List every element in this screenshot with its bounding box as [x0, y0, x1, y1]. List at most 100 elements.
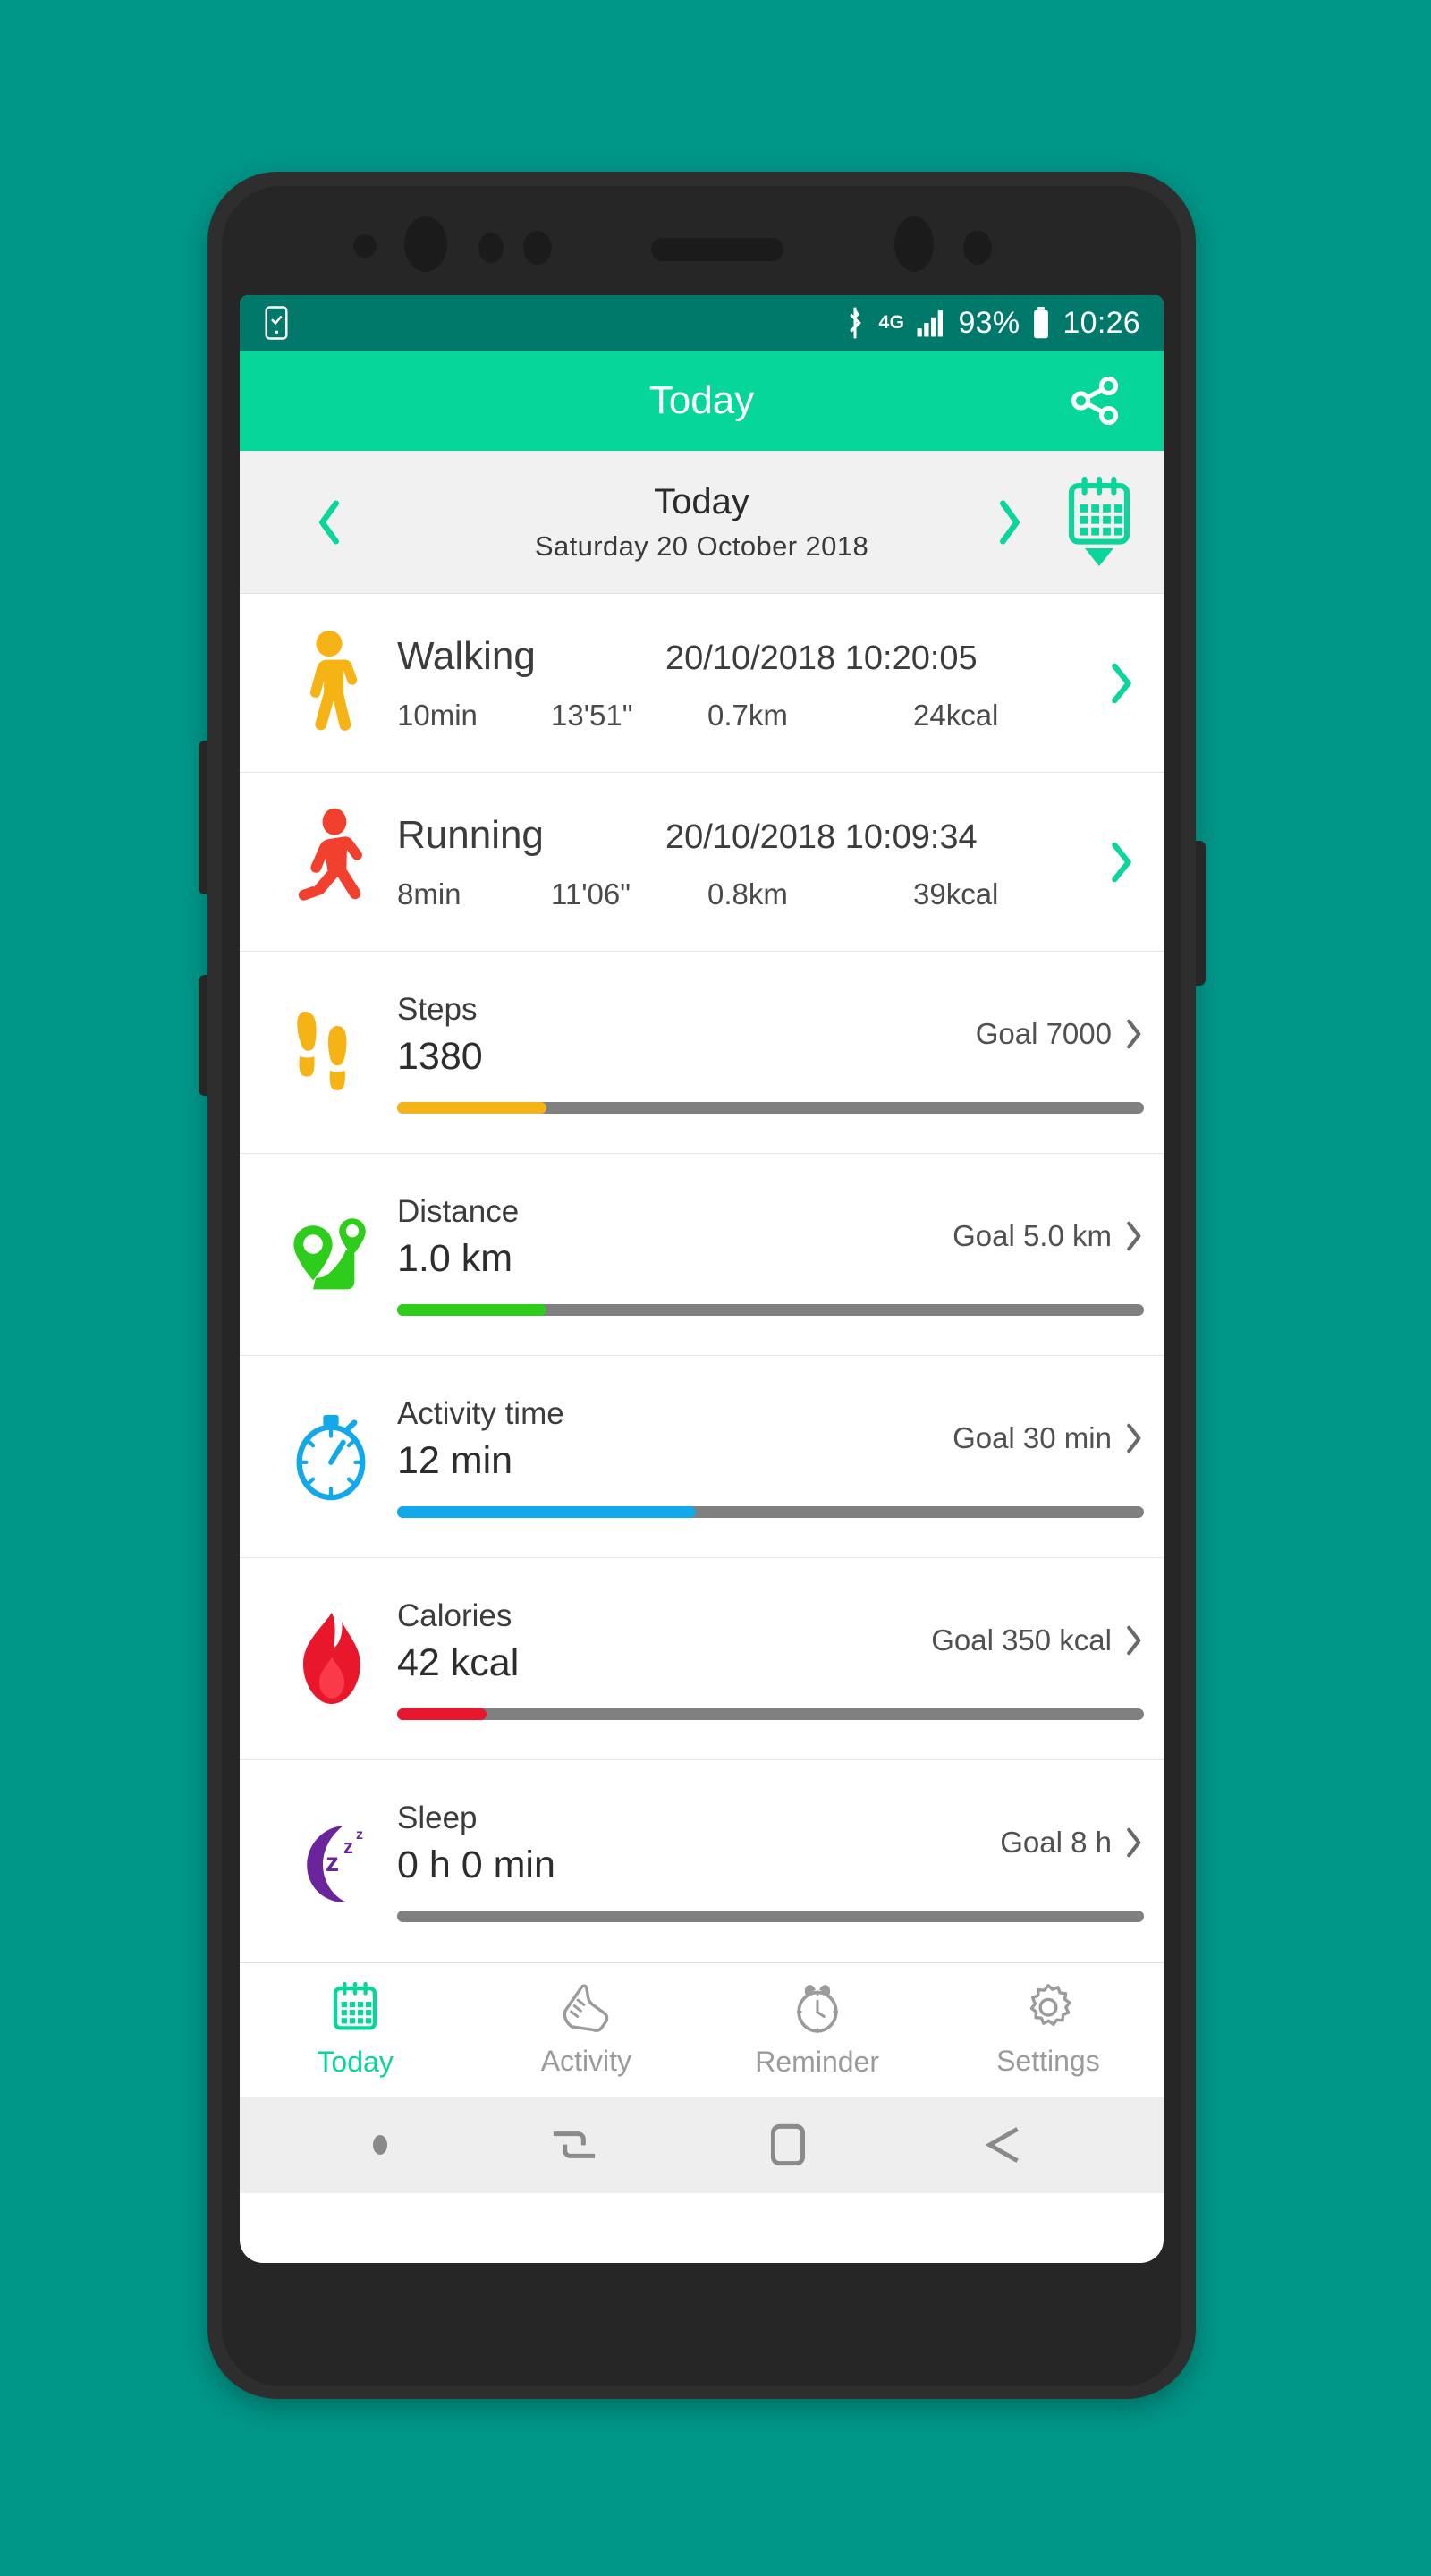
network-type-label: 4G [878, 312, 905, 333]
chevron-right-icon [1122, 1826, 1144, 1860]
light-sensor-icon [523, 231, 552, 265]
metric-goal-label: Goal 8 h [1000, 1825, 1112, 1859]
metric-details: Distance 1.0 km Goal 5.0 km [392, 1194, 1153, 1316]
metric-value: 0 h 0 min [397, 1843, 555, 1886]
walking-icon [270, 629, 392, 738]
tab-activity[interactable]: Activity [470, 1963, 701, 2097]
proximity-sensor-icon [478, 233, 504, 263]
signal-bars-icon [916, 308, 946, 338]
metric-row-calories[interactable]: Calories 42 kcal Goal 350 kcal [240, 1558, 1164, 1760]
calendar-picker-button[interactable] [1065, 476, 1133, 568]
chevron-right-icon [1122, 1421, 1144, 1455]
metric-progress-bar [397, 1910, 1144, 1922]
metric-goal-label: Goal 5.0 km [953, 1218, 1112, 1252]
metric-row-steps[interactable]: Steps 1380 Goal 7000 [240, 952, 1164, 1154]
calendar-icon [1065, 476, 1133, 550]
recents-button[interactable] [546, 2117, 602, 2173]
metric-label: Distance [397, 1193, 520, 1229]
metric-progress-bar [397, 1505, 1144, 1518]
metric-label: Sleep [397, 1800, 478, 1835]
tab-label: Reminder [755, 2045, 879, 2078]
status-bar: 4G 93% 10:26 [240, 295, 1164, 351]
chevron-right-icon [1122, 1017, 1144, 1051]
calendar-icon [330, 1981, 380, 2034]
activity-calories: 39kcal [913, 877, 999, 911]
metric-progress-bar [397, 1707, 1144, 1720]
date-navigation-bar: Today Saturday 20 October 2018 [240, 451, 1164, 594]
tab-today[interactable]: Today [240, 1963, 470, 2097]
metric-row-sleep[interactable]: z z z Sleep 0 h 0 min Goal 8 h [240, 1760, 1164, 1962]
app-bar: Today [240, 351, 1164, 451]
metric-progress-fill [397, 1101, 546, 1114]
metric-goal-button[interactable]: Goal 8 h [1000, 1801, 1144, 1860]
metric-progress-fill [397, 1707, 487, 1720]
status-bar-right: 4G 93% 10:26 [843, 306, 1140, 341]
metric-goal-button[interactable]: Goal 30 min [953, 1396, 1144, 1455]
activity-name: Running [397, 812, 544, 857]
metric-label: Steps [397, 991, 478, 1027]
chevron-right-icon [1122, 1219, 1144, 1253]
triangle-down-icon [1083, 547, 1115, 568]
secondary-camera-icon [894, 216, 934, 272]
tab-reminder[interactable]: Reminder [702, 1963, 933, 2097]
gear-icon [1023, 1983, 1073, 2033]
metric-goal-label: Goal 7000 [975, 1016, 1112, 1050]
back-button[interactable] [975, 2117, 1030, 2173]
next-day-button[interactable] [990, 496, 1029, 548]
metric-label: Activity time [397, 1395, 564, 1431]
previous-day-button[interactable] [309, 496, 349, 548]
clock-label: 10:26 [1063, 305, 1140, 340]
activity-distance: 0.7km [707, 698, 788, 732]
chevron-right-icon [1106, 661, 1137, 706]
share-icon [1067, 373, 1122, 428]
device-check-icon [263, 305, 290, 341]
activity-pace: 13'51" [551, 698, 633, 732]
sensor-dot-icon [353, 234, 377, 258]
metric-row-distance[interactable]: Distance 1.0 km Goal 5.0 km [240, 1154, 1164, 1356]
metric-details: Sleep 0 h 0 min Goal 8 h [392, 1801, 1153, 1922]
svg-text:z: z [356, 1827, 363, 1843]
metric-details: Calories 42 kcal Goal 350 kcal [392, 1598, 1153, 1720]
activity-detail-arrow-button[interactable] [1090, 840, 1153, 885]
activity-duration: 10min [397, 698, 478, 732]
metric-goal-label: Goal 30 min [953, 1420, 1112, 1454]
metric-goal-button[interactable]: Goal 7000 [976, 992, 1144, 1051]
chevron-right-icon [990, 496, 1029, 548]
battery-percent-label: 93% [958, 305, 1020, 340]
home-button[interactable] [760, 2117, 816, 2173]
svg-text:z: z [326, 1848, 339, 1877]
running-icon [270, 808, 392, 917]
activity-row-walking[interactable]: Walking 20/10/2018 10:20:05 10min 13'51"… [240, 594, 1164, 773]
tab-label: Settings [996, 2044, 1100, 2077]
alarm-clock-icon [792, 1982, 843, 2034]
tab-settings[interactable]: Settings [933, 1963, 1164, 2097]
tab-label: Today [317, 2045, 394, 2078]
footprints-icon [270, 1001, 392, 1105]
metric-progress-fill [397, 1303, 546, 1316]
metric-progress-bar [397, 1303, 1144, 1316]
activity-detail-arrow-button[interactable] [1090, 661, 1153, 706]
chevron-left-icon [309, 496, 349, 548]
earpiece-speaker [651, 238, 783, 261]
activity-pace: 11'06" [551, 877, 631, 911]
android-navigation-bar [240, 2097, 1164, 2193]
activity-row-running[interactable]: Running 20/10/2018 10:09:34 8min 11'06" … [240, 773, 1164, 952]
metric-value: 1380 [397, 1034, 483, 1078]
metric-details: Activity time 12 min Goal 30 min [392, 1396, 1153, 1518]
activity-duration: 8min [397, 877, 461, 911]
metric-goal-button[interactable]: Goal 350 kcal [931, 1598, 1144, 1657]
share-button[interactable] [1062, 368, 1128, 434]
metric-label: Calories [397, 1597, 512, 1633]
metric-row-activity-time[interactable]: Activity time 12 min Goal 30 min [240, 1356, 1164, 1558]
battery-icon [1031, 306, 1051, 340]
metric-value: 1.0 km [397, 1236, 513, 1280]
chevron-right-icon [1122, 1623, 1144, 1657]
tab-label: Activity [540, 2044, 632, 2077]
activity-name: Walking [397, 633, 536, 678]
activity-datetime: 20/10/2018 10:09:34 [665, 818, 978, 856]
activity-details: Walking 20/10/2018 10:20:05 10min 13'51"… [392, 634, 1090, 733]
metric-goal-button[interactable]: Goal 5.0 km [953, 1194, 1144, 1253]
route-pin-icon [270, 1214, 392, 1296]
moon-sleep-icon: z z z [270, 1818, 392, 1905]
metric-details: Steps 1380 Goal 7000 [392, 992, 1153, 1114]
